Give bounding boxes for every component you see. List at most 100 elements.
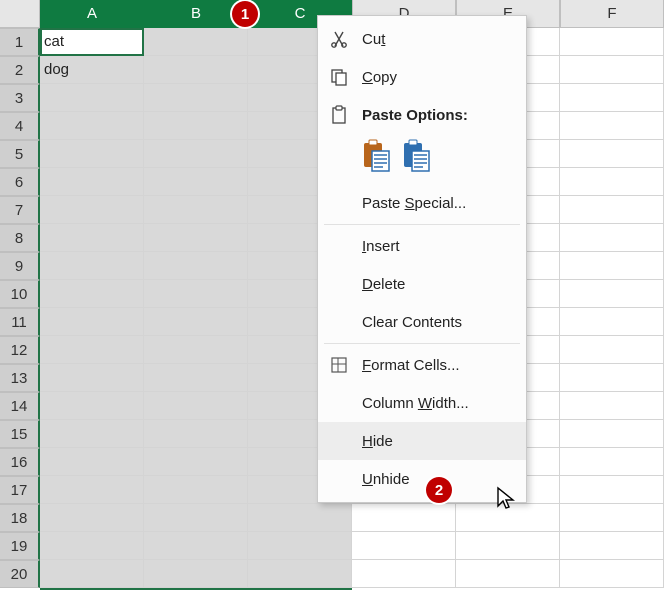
cell-B17[interactable] — [144, 476, 248, 504]
row-header-20[interactable]: 20 — [0, 560, 40, 588]
row-header-6[interactable]: 6 — [0, 168, 40, 196]
cell-B13[interactable] — [144, 364, 248, 392]
cell-F20[interactable] — [560, 560, 664, 588]
row-header-13[interactable]: 13 — [0, 364, 40, 392]
row-header-17[interactable]: 17 — [0, 476, 40, 504]
cell-F17[interactable] — [560, 476, 664, 504]
row-header-9[interactable]: 9 — [0, 252, 40, 280]
cell-D18[interactable] — [352, 504, 456, 532]
cell-B20[interactable] — [144, 560, 248, 588]
cell-B16[interactable] — [144, 448, 248, 476]
cell-C19[interactable] — [248, 532, 352, 560]
menu-clear-contents[interactable]: Clear Contents — [318, 303, 526, 341]
row-header-3[interactable]: 3 — [0, 84, 40, 112]
cell-C18[interactable] — [248, 504, 352, 532]
cell-F5[interactable] — [560, 140, 664, 168]
cell-B7[interactable] — [144, 196, 248, 224]
cell-B3[interactable] — [144, 84, 248, 112]
cell-B2[interactable] — [144, 56, 248, 84]
row-header-4[interactable]: 4 — [0, 112, 40, 140]
menu-unhide[interactable]: Unhide — [318, 460, 526, 498]
menu-format-cells[interactable]: Format Cells... — [318, 346, 526, 384]
menu-column-width[interactable]: Column Width... — [318, 384, 526, 422]
cell-A20[interactable] — [40, 560, 144, 588]
cell-B19[interactable] — [144, 532, 248, 560]
row-header-19[interactable]: 19 — [0, 532, 40, 560]
cell-A4[interactable] — [40, 112, 144, 140]
cell-A11[interactable] — [40, 308, 144, 336]
cell-A18[interactable] — [40, 504, 144, 532]
cell-F6[interactable] — [560, 168, 664, 196]
cell-A1[interactable]: cat — [40, 28, 144, 56]
cell-F2[interactable] — [560, 56, 664, 84]
cell-B1[interactable] — [144, 28, 248, 56]
cell-F10[interactable] — [560, 280, 664, 308]
cell-F13[interactable] — [560, 364, 664, 392]
cell-B14[interactable] — [144, 392, 248, 420]
cell-B6[interactable] — [144, 168, 248, 196]
row-header-15[interactable]: 15 — [0, 420, 40, 448]
cell-F1[interactable] — [560, 28, 664, 56]
column-header-A[interactable]: A — [40, 0, 144, 28]
cell-F9[interactable] — [560, 252, 664, 280]
cell-A10[interactable] — [40, 280, 144, 308]
cell-B9[interactable] — [144, 252, 248, 280]
column-header-F[interactable]: F — [560, 0, 664, 28]
cell-F18[interactable] — [560, 504, 664, 532]
cell-B10[interactable] — [144, 280, 248, 308]
paste-option-values[interactable] — [402, 139, 432, 173]
cell-F14[interactable] — [560, 392, 664, 420]
cell-D20[interactable] — [352, 560, 456, 588]
cell-B15[interactable] — [144, 420, 248, 448]
menu-delete[interactable]: Delete — [318, 265, 526, 303]
cell-A3[interactable] — [40, 84, 144, 112]
cell-A9[interactable] — [40, 252, 144, 280]
row-header-12[interactable]: 12 — [0, 336, 40, 364]
cell-A16[interactable] — [40, 448, 144, 476]
cell-A8[interactable] — [40, 224, 144, 252]
menu-insert[interactable]: Insert — [318, 227, 526, 265]
cell-A19[interactable] — [40, 532, 144, 560]
row-header-1[interactable]: 1 — [0, 28, 40, 56]
cell-A14[interactable] — [40, 392, 144, 420]
cell-F12[interactable] — [560, 336, 664, 364]
cell-F7[interactable] — [560, 196, 664, 224]
menu-hide[interactable]: Hide — [318, 422, 526, 460]
row-header-7[interactable]: 7 — [0, 196, 40, 224]
row-header-5[interactable]: 5 — [0, 140, 40, 168]
row-header-18[interactable]: 18 — [0, 504, 40, 532]
cell-B5[interactable] — [144, 140, 248, 168]
cell-B18[interactable] — [144, 504, 248, 532]
select-all-corner[interactable] — [0, 0, 40, 28]
row-header-2[interactable]: 2 — [0, 56, 40, 84]
menu-paste-special[interactable]: Paste Special... — [318, 184, 526, 222]
cell-B8[interactable] — [144, 224, 248, 252]
cell-C20[interactable] — [248, 560, 352, 588]
row-header-10[interactable]: 10 — [0, 280, 40, 308]
cell-F16[interactable] — [560, 448, 664, 476]
menu-cut[interactable]: Cut — [318, 20, 526, 58]
cell-A17[interactable] — [40, 476, 144, 504]
cell-A12[interactable] — [40, 336, 144, 364]
cell-F19[interactable] — [560, 532, 664, 560]
cell-B11[interactable] — [144, 308, 248, 336]
row-header-16[interactable]: 16 — [0, 448, 40, 476]
cell-D19[interactable] — [352, 532, 456, 560]
cell-B4[interactable] — [144, 112, 248, 140]
cell-A7[interactable] — [40, 196, 144, 224]
cell-F11[interactable] — [560, 308, 664, 336]
cell-F8[interactable] — [560, 224, 664, 252]
row-header-14[interactable]: 14 — [0, 392, 40, 420]
cell-A13[interactable] — [40, 364, 144, 392]
cell-F4[interactable] — [560, 112, 664, 140]
cell-B12[interactable] — [144, 336, 248, 364]
cell-F15[interactable] — [560, 420, 664, 448]
cell-E20[interactable] — [456, 560, 560, 588]
cell-A6[interactable] — [40, 168, 144, 196]
row-header-11[interactable]: 11 — [0, 308, 40, 336]
cell-E19[interactable] — [456, 532, 560, 560]
cell-A5[interactable] — [40, 140, 144, 168]
cell-A2[interactable]: dog — [40, 56, 144, 84]
row-header-8[interactable]: 8 — [0, 224, 40, 252]
menu-copy[interactable]: Copy — [318, 58, 526, 96]
